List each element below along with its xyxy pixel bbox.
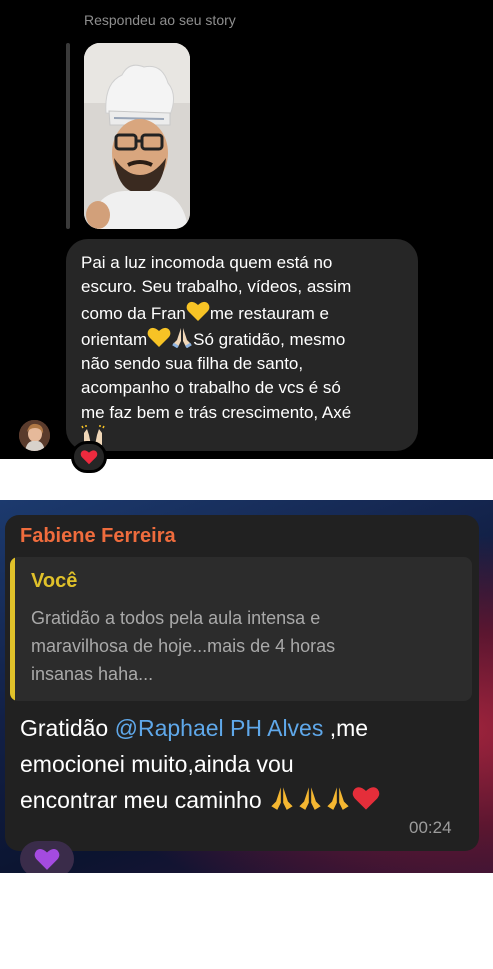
- message-line: acompanho o trabalho de vcs é só: [81, 378, 341, 398]
- reply-line: insanas haha...: [31, 664, 154, 684]
- instagram-dm-panel: Respondeu ao seu story Pai a luz incomod…: [0, 0, 493, 473]
- message-fragment: encontrar meu caminho: [20, 787, 269, 813]
- praying-hands-icon: [172, 327, 192, 348]
- praying-hands-icon: [299, 787, 321, 810]
- yellow-heart-icon: [147, 327, 171, 347]
- reply-quote[interactable]: Você Gratidão a todos pela aula intensa …: [10, 557, 472, 701]
- reply-line: Gratidão a todos pela aula intensa e: [31, 608, 321, 628]
- story-person-image: [84, 43, 190, 229]
- message-fragment: me restauram e: [209, 303, 329, 323]
- message-line: [81, 425, 411, 451]
- reply-accent-bar: [10, 557, 15, 701]
- message-text: Gratidão @Raphael PH Alves ,me emocionei…: [20, 710, 472, 818]
- message-line: encontrar meu caminho: [20, 782, 472, 818]
- message-fragment: orientam: [81, 329, 148, 349]
- red-heart-icon: [352, 787, 380, 810]
- message-fragment: como da Fran: [81, 303, 186, 323]
- story-reply-header: Respondeu ao seu story: [84, 12, 236, 28]
- telegram-chat-panel: Fabiene Ferreira Você Gratidão a todos p…: [0, 500, 493, 873]
- reply-author: Você: [31, 570, 78, 592]
- message-line: orientam Só gratidão, mesmo: [81, 326, 411, 352]
- purple-heart-icon: [34, 849, 60, 870]
- user-mention-link[interactable]: @Raphael PH Alves: [115, 715, 324, 741]
- reply-line: maravilhosa de hoje...mais de 4 horas: [31, 636, 336, 656]
- message-line: me faz bem e trás crescimento, Axé: [81, 402, 352, 422]
- sender-name[interactable]: Fabiene Ferreira: [20, 525, 176, 548]
- reply-text: Gratidão a todos pela aula intensa e mar…: [31, 604, 461, 688]
- message-fragment: ,me: [323, 715, 369, 741]
- message-line: Gratidão @Raphael PH Alves ,me: [20, 710, 472, 746]
- sender-avatar[interactable]: [19, 420, 50, 451]
- message-fragment: Gratidão: [20, 715, 115, 741]
- red-heart-icon: [80, 450, 98, 465]
- message-reaction[interactable]: [20, 841, 74, 873]
- message-timestamp: 00:24: [409, 818, 452, 837]
- message-line: como da Fran me restauram e: [81, 300, 411, 326]
- message-line: escuro. Seu trabalho, vídeos, assim: [81, 277, 352, 297]
- story-quote-bar: [66, 43, 70, 229]
- message-fragment: Só gratidão, mesmo: [193, 329, 346, 349]
- praying-hands-icon: [271, 787, 293, 810]
- yellow-heart-icon: [186, 301, 210, 321]
- story-thumbnail[interactable]: [84, 43, 190, 229]
- praying-hands-icon: [327, 787, 349, 810]
- message-line: emocionei muito,ainda vou: [20, 751, 294, 777]
- avatar-image: [19, 420, 50, 451]
- message-text: Pai a luz incomoda quem está no escuro. …: [81, 251, 411, 451]
- message-line: não sendo sua filha de santo,: [81, 354, 304, 374]
- message-line: Pai a luz incomoda quem está no: [81, 253, 333, 272]
- message-reaction[interactable]: [71, 441, 107, 473]
